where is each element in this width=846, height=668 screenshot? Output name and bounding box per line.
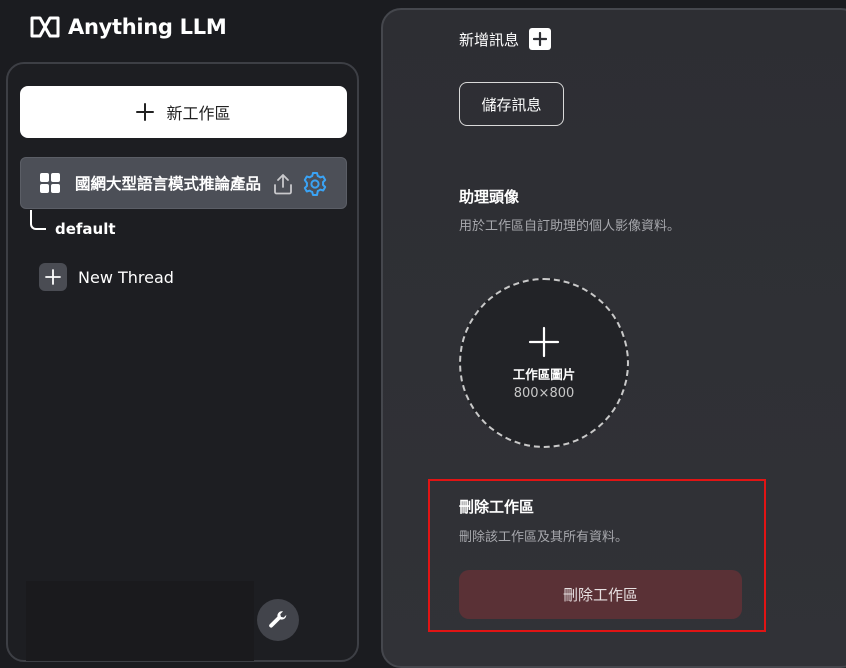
settings-wrench-button[interactable] bbox=[257, 599, 299, 641]
assistant-avatar-description: 用於工作區自訂助理的個人影像資料。 bbox=[459, 219, 681, 234]
grid-icon bbox=[40, 173, 60, 193]
app-name: Anything LLM bbox=[68, 15, 227, 39]
assistant-avatar-title: 助理頭像 bbox=[459, 188, 520, 206]
highlight-annotation-box bbox=[428, 479, 766, 632]
add-message-label: 新增訊息 bbox=[459, 30, 520, 49]
new-workspace-button[interactable]: 新工作區 bbox=[20, 86, 347, 138]
plus-icon bbox=[528, 326, 560, 357]
thread-item-default[interactable]: default bbox=[55, 220, 116, 238]
workspace-actions bbox=[272, 171, 328, 197]
upload-size: 800×800 bbox=[513, 385, 575, 401]
workspace-settings-panel: 新增訊息 儲存訊息 助理頭像 用於工作區自訂助理的個人影像資料。 工作區圖片 8… bbox=[381, 8, 846, 668]
new-workspace-label: 新工作區 bbox=[166, 104, 231, 123]
upload-icon[interactable] bbox=[272, 172, 294, 196]
workspace-item[interactable]: 國網大型語言模式推論產品 bbox=[20, 157, 347, 209]
gear-icon[interactable] bbox=[302, 171, 328, 197]
anything-llm-logo-icon bbox=[30, 16, 60, 38]
workspace-name: 國網大型語言模式推論產品 bbox=[75, 175, 262, 193]
new-thread-button[interactable]: New Thread bbox=[39, 263, 174, 291]
workspace-image-upload[interactable]: 工作區圖片 800×800 bbox=[459, 278, 629, 448]
wrench-icon bbox=[269, 611, 287, 628]
upload-title: 工作區圖片 bbox=[512, 366, 576, 382]
new-thread-label: New Thread bbox=[78, 267, 174, 287]
plus-icon bbox=[39, 263, 67, 291]
plus-icon bbox=[136, 103, 155, 121]
app-brand: Anything LLM bbox=[30, 12, 227, 42]
sidebar-footer-area bbox=[26, 581, 254, 661]
plus-square-icon bbox=[529, 28, 552, 50]
add-message-button[interactable]: 新增訊息 bbox=[459, 28, 552, 50]
sidebar: 新工作區 國網大型語言模式推論產品 default New Thread bbox=[6, 62, 359, 662]
thread-connector bbox=[30, 210, 46, 230]
save-messages-button[interactable]: 儲存訊息 bbox=[459, 82, 564, 126]
